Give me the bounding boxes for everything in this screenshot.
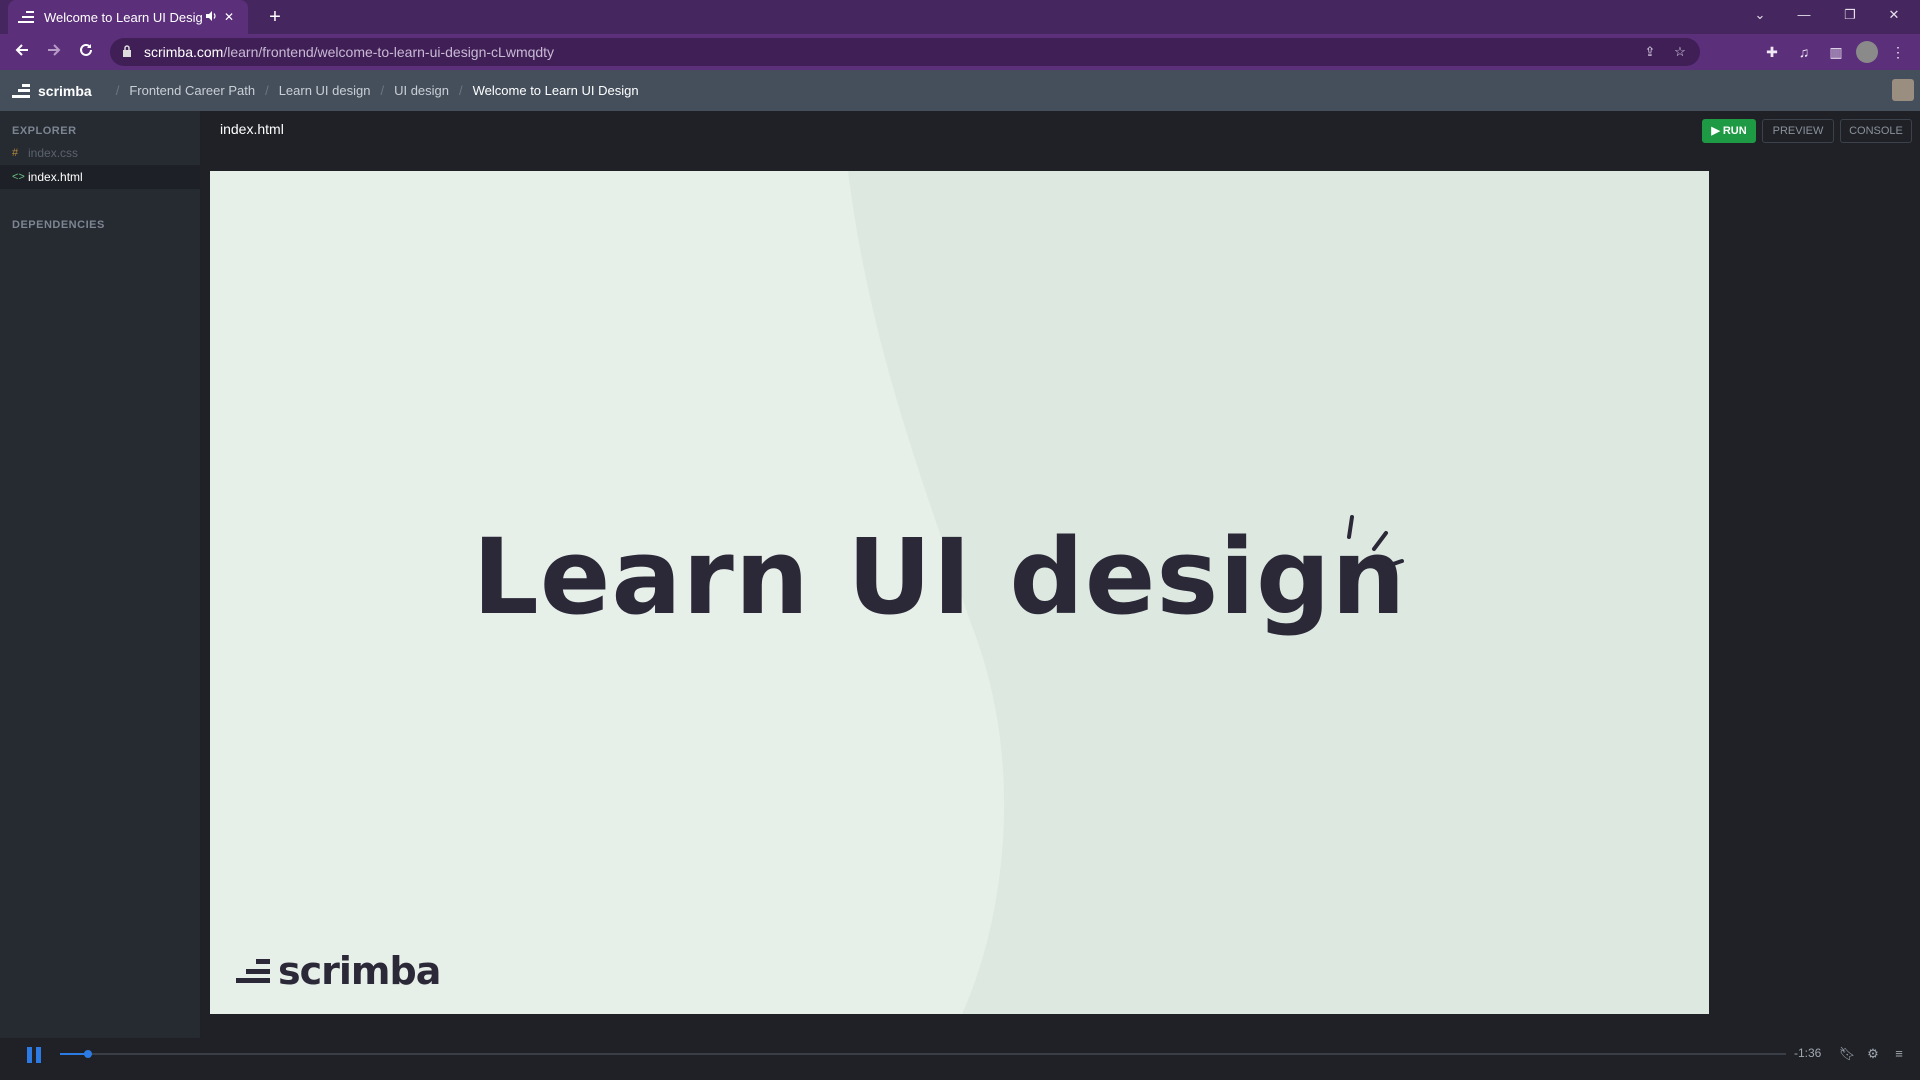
video-slide[interactable]: Learn UI design scrimba <box>210 171 1709 1014</box>
slide-scrimba-logo: scrimba <box>234 949 441 993</box>
dependencies-title[interactable]: DEPENDENCIES <box>0 219 200 231</box>
minimize-icon[interactable]: — <box>1782 0 1826 30</box>
slide-headline: Learn UI design <box>472 516 1407 638</box>
tab-close-icon[interactable]: ✕ <box>220 10 238 24</box>
side-panel-icon[interactable]: ▥ <box>1824 40 1848 64</box>
scrimba-logo[interactable]: scrimba <box>12 83 92 99</box>
css-file-icon: # <box>12 147 19 159</box>
breadcrumb-separator: / <box>115 83 120 98</box>
new-tab-button[interactable]: + <box>262 4 288 30</box>
explorer-title: EXPLORER <box>12 125 77 137</box>
speaker-icon[interactable] <box>202 10 220 25</box>
reload-icon[interactable] <box>70 36 102 68</box>
html-file-icon: <> <box>12 171 25 183</box>
sparkle-accent-icon <box>1347 515 1404 569</box>
bookmark-icon[interactable]: 🔖︎ <box>1838 1044 1856 1064</box>
file-item-index-html[interactable]: <> index.html <box>0 165 200 189</box>
slide-logo-text: scrimba <box>278 949 441 993</box>
restore-icon[interactable]: ❐ <box>1828 0 1872 30</box>
window-close-icon[interactable]: ✕ <box>1872 0 1916 30</box>
browser-toolbar: scrimba.com/learn/frontend/welcome-to-le… <box>0 34 1920 70</box>
console-button[interactable]: CONSOLE <box>1840 119 1912 143</box>
file-name: index.html <box>28 170 83 184</box>
breadcrumb-separator: / <box>265 83 269 98</box>
toolbar-actions: ✚ ♫ ▥ ⋮ <box>1760 34 1920 70</box>
scrimba-favicon-icon <box>18 11 34 23</box>
preview-button[interactable]: PREVIEW <box>1762 119 1834 143</box>
url-path: /learn/frontend/welcome-to-learn-ui-desi… <box>223 44 555 60</box>
breadcrumb-item[interactable]: Learn UI design <box>279 83 371 98</box>
settings-gear-icon[interactable]: ⚙ <box>1864 1044 1882 1064</box>
progress-fill <box>60 1053 86 1055</box>
breadcrumb-separator: / <box>380 83 385 98</box>
scrimba-header: scrimba / Frontend Career Path / Learn U… <box>0 70 1920 111</box>
file-item-index-css[interactable]: # index.css <box>0 141 200 165</box>
media-control-icon[interactable]: ♫ <box>1792 40 1816 64</box>
editor-area: index.html ▶ RUN PREVIEW CONSOLE Learn U… <box>200 111 1920 1080</box>
forward-icon[interactable] <box>38 36 70 68</box>
lock-icon <box>122 44 134 60</box>
progress-handle[interactable] <box>83 1050 92 1058</box>
breadcrumb-current: Welcome to Learn UI Design <box>472 83 639 98</box>
back-icon[interactable] <box>6 36 38 68</box>
address-bar[interactable]: scrimba.com/learn/frontend/welcome-to-le… <box>110 38 1700 66</box>
browser-tab[interactable]: Welcome to Learn UI Design ✕ <box>8 0 248 34</box>
scrimba-logo-icon <box>12 83 30 98</box>
pause-icon[interactable] <box>27 1047 41 1063</box>
breadcrumb-item[interactable]: Frontend Career Path <box>129 83 255 98</box>
run-button[interactable]: ▶ RUN <box>1702 119 1756 143</box>
menu-list-icon[interactable]: ≡ <box>1890 1044 1908 1064</box>
tab-title: Welcome to Learn UI Design <box>44 9 202 25</box>
player-controls: -1:36 🔖︎ ⚙ ≡ <box>0 1038 1920 1080</box>
breadcrumb-item[interactable]: UI design <box>394 83 449 98</box>
menu-kebab-icon[interactable]: ⋮ <box>1886 40 1910 64</box>
file-name: index.css <box>28 146 79 160</box>
brand-name: scrimba <box>38 82 92 99</box>
bookmark-star-icon[interactable]: ☆ <box>1668 42 1692 62</box>
share-icon[interactable]: ⇪ <box>1638 42 1662 62</box>
extensions-icon[interactable]: ✚ <box>1760 40 1784 64</box>
tab-search-icon[interactable]: ⌄ <box>1738 0 1782 30</box>
user-avatar[interactable] <box>1892 79 1914 101</box>
url-host: scrimba.com <box>144 44 224 60</box>
time-remaining: -1:36 <box>1794 1046 1822 1060</box>
file-explorer-sidebar: EXPLORER # index.css <> index.html DEPEN… <box>0 111 200 1080</box>
active-file-tab[interactable]: index.html <box>220 121 284 137</box>
breadcrumb-separator: / <box>459 83 463 98</box>
scrimba-logo-icon <box>234 959 270 983</box>
browser-tab-strip: Welcome to Learn UI Design ✕ + ⌄ — ❐ ✕ <box>0 0 1920 34</box>
progress-track[interactable] <box>60 1050 1786 1058</box>
profile-avatar[interactable] <box>1856 41 1878 63</box>
